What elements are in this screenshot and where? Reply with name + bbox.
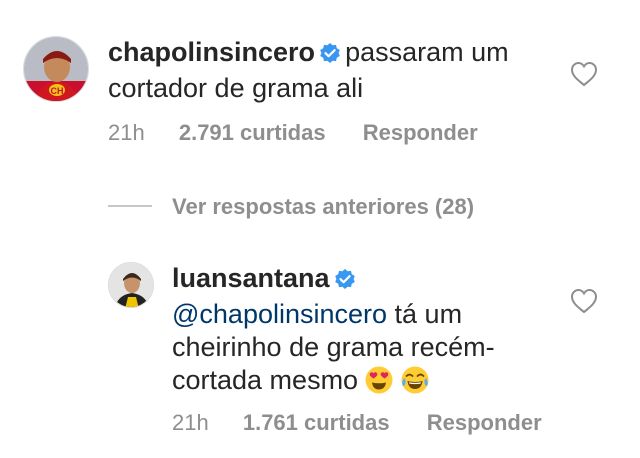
like-heart-icon[interactable] <box>570 288 598 314</box>
comment-2-username[interactable]: luansantana <box>172 263 330 293</box>
view-previous-replies-label: Ver respostas anteriores (28) <box>172 194 475 219</box>
verified-badge-icon <box>334 265 356 298</box>
view-previous-replies-link[interactable]: Ver respostas anteriores (28) <box>172 194 474 220</box>
comment-2-reply-button[interactable]: Responder <box>427 410 542 435</box>
comment-1-time[interactable]: 21h <box>108 120 145 145</box>
comment-1-username[interactable]: chapolinsincero <box>108 37 315 67</box>
comment-1-body: chapolinsincero passaram um cortador de g… <box>108 36 568 105</box>
comment-2-body: luansantana @chapolinsincero tá um cheir… <box>172 262 567 403</box>
avatar-luansantana[interactable] <box>108 262 154 308</box>
comment-2-mention-link[interactable]: @chapolinsincero <box>172 299 387 329</box>
comment-2-text-line1: tá um <box>387 299 463 329</box>
svg-text:CH: CH <box>51 86 64 96</box>
like-heart-icon[interactable] <box>570 61 598 87</box>
chapolin-avatar-image: CH <box>24 37 88 101</box>
view-replies-divider <box>108 205 152 207</box>
avatar-chapolinsincero[interactable]: CH <box>23 36 89 102</box>
comment-2-text-line3: cortada mesmo <box>172 365 359 395</box>
comment-2-time[interactable]: 21h <box>172 410 209 435</box>
verified-badge-icon <box>319 39 341 72</box>
comment-2-likes[interactable]: 1.761 curtidas <box>243 410 390 435</box>
tears-of-joy-emoji-icon <box>400 365 430 403</box>
comment-2-text-line2: cheirinho de grama recém- <box>172 332 495 362</box>
luansantana-avatar-image <box>109 263 153 307</box>
comment-2-meta: 21h 1.761 curtidas Responder <box>172 410 592 436</box>
heart-eyes-emoji-icon <box>364 365 394 403</box>
comment-1-reply-button[interactable]: Responder <box>363 120 478 145</box>
comment-1-text-line2: cortador de grama ali <box>108 73 364 103</box>
comment-1-text-line1: passaram um <box>345 37 509 67</box>
comment-1-meta: 21h 2.791 curtidas Responder <box>108 120 568 146</box>
comment-1-likes[interactable]: 2.791 curtidas <box>179 120 326 145</box>
